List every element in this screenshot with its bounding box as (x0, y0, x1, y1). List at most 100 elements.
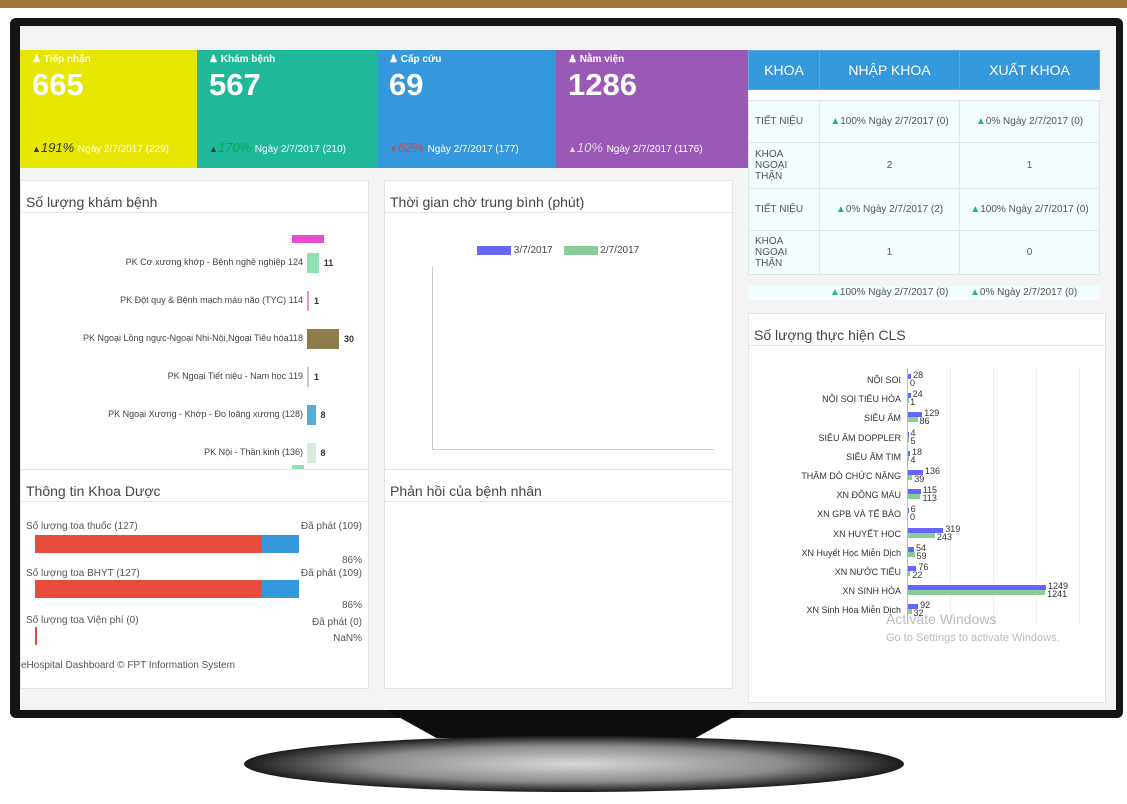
cell-khoa: KHOA NGOẠI THẬN (748, 142, 820, 189)
progress-bar (35, 535, 299, 553)
tv-stand-neck (386, 710, 746, 738)
arrow-up-icon: ▲ (830, 287, 840, 298)
activation-watermark-sub: Go to Settings to activate Windows. (886, 632, 1060, 644)
bar-label: PK Ngoại Lồng ngực-Ngoại Nhi-Nội,Ngoại T… (83, 333, 303, 343)
panel-title: Phản hồi của bệnh nhân (385, 470, 732, 502)
table-row: KHOA NGOẠI THẬN 2 1 (748, 142, 1100, 189)
tv-stand-base (244, 736, 904, 792)
user-icon: ♟ (568, 54, 577, 65)
tile-cap-cuu[interactable]: ♟ Cấp cứu 69 ▼62% Ngày 2/7/2017 (177) (377, 50, 556, 168)
cell-xuat: 0% Ngày 2/7/2017 (0) (985, 116, 1084, 127)
cls-bar-previous (908, 571, 911, 576)
bar-label: PK Ngoại Tiết niệu - Nam học 119 (167, 371, 303, 381)
progress-fill (35, 535, 263, 553)
tile-label: Nằm viện (579, 54, 625, 65)
duoc-label: Số lượng toa Viện phí (0) (26, 615, 139, 626)
cls-value-previous: 113 (922, 493, 937, 504)
y-axis (432, 267, 433, 449)
khoa-table: KHOA NHẬP KHOA XUẤT KHOA TIẾT NIỆU ▲100%… (748, 50, 1100, 275)
tile-label: Khám bệnh (220, 54, 276, 65)
duoc-label: Số lượng toa BHYT (127) (26, 568, 140, 579)
tile-nam-vien[interactable]: ♟ Nằm viện 1286 ▲10% Ngày 2/7/2017 (1176… (556, 50, 748, 168)
tile-change: 191% (40, 140, 75, 155)
col-xuat-khoa[interactable]: XUẤT KHOA (959, 50, 1100, 90)
cls-value-previous: 4 (910, 454, 916, 465)
tile-value: 1286 (568, 67, 637, 102)
cls-value-previous: 0 (910, 512, 916, 523)
table-header-row: KHOA NHẬP KHOA XUẤT KHOA (748, 50, 1100, 90)
bar (307, 367, 309, 387)
panel-khoa-duoc: Thông tin Khoa Dược Số lượng toa thuốc (… (20, 469, 369, 689)
cell-xuat: 1 (959, 142, 1100, 189)
cell-khoa: KHOA NGOẠI THẬN (748, 230, 820, 275)
cls-label: XN GPB VÀ TẾ BÀO (817, 509, 901, 520)
cell-nhap: 100% Ngày 2/7/2017 (0) (839, 287, 949, 298)
duoc-issued: Đã phát (109) (300, 568, 362, 579)
cls-value-previous: 39 (914, 474, 925, 484)
col-khoa[interactable]: KHOA (748, 50, 820, 90)
bar-row: PK Ngoại Lồng ngực-Ngoại Nhi-Nội,Ngoại T… (21, 329, 361, 349)
bar (307, 443, 316, 463)
x-axis (432, 449, 714, 450)
table-row: TIẾT NIỆU ▲0% Ngày 2/7/2017 (2) ▲100% Ng… (748, 188, 1100, 231)
cls-value-previous: 5 (910, 435, 916, 446)
cls-bar-previous (908, 551, 915, 557)
cls-label: SIÊU ÂM TIM (846, 451, 901, 462)
cls-value-previous: 22 (912, 570, 923, 580)
legend-swatch (477, 245, 511, 255)
panel-title: Thông tin Khoa Dược (21, 470, 368, 502)
panel-cls: Số lượng thực hiện CLS NỘI SOI 28 0 NỘI SOI… (748, 313, 1106, 703)
cls-label: THĂM DÒ CHỨC NĂNG (801, 471, 901, 481)
cls-value-previous: 86 (919, 416, 930, 427)
cls-label: NỘI SOI TIÊU HÓA (822, 394, 901, 405)
arrow-up-icon: ▲ (32, 144, 41, 154)
cls-bar-previous (908, 475, 913, 480)
bar-value-label: 8 (320, 448, 326, 458)
cell-nhap: 0% Ngày 2/7/2017 (2) (845, 204, 944, 215)
activation-watermark: Activate Windows (886, 611, 997, 627)
legend-swatch (563, 245, 598, 255)
progress-fill (35, 580, 263, 598)
cls-bar-previous (908, 590, 1046, 596)
cls-bar-previous (908, 494, 921, 500)
arrow-down-icon: ▼ (389, 144, 398, 154)
arrow-up-icon: ▲ (970, 204, 981, 215)
cls-label: SIÊU ÂM (863, 413, 901, 424)
bar (307, 253, 319, 273)
table-row-partial: ▲100% Ngày 2/7/2017 (0) ▲0% Ngày 2/7/201… (748, 286, 1100, 300)
cell-nhap: 1 (819, 230, 960, 275)
bar-row: PK Đột quỵ & Bệnh mạch máu não (TYC) 114… (21, 291, 361, 311)
cls-value-previous: 243 (936, 531, 952, 542)
bar-label: PK Cơ xương khớp - Bệnh nghề nghiệp 124 (125, 257, 303, 267)
tile-change: 62% (397, 140, 424, 155)
tile-kham-benh[interactable]: ♟ Khám bệnh 567 ▲170% Ngày 2/7/2017 (210… (197, 50, 377, 168)
bar (307, 405, 316, 425)
dashboard-screen: ♟ Tiếp nhận 665 ▲191% Ngày 2/7/2017 (229… (20, 26, 1116, 710)
duoc-issued: Đã phát (0) (311, 617, 362, 628)
tile-tiep-nhan[interactable]: ♟ Tiếp nhận 665 ▲191% Ngày 2/7/2017 (229… (20, 50, 197, 168)
tile-label: Tiếp nhận (43, 54, 91, 65)
cls-label: NỘI SOI (866, 375, 901, 385)
bar-row: PK Ngoại Tiết niệu - Nam học 119 1 (21, 367, 361, 387)
cell-khoa: TIẾT NIỆU (748, 100, 820, 143)
legend-label: 3/7/2017 (513, 245, 553, 256)
cell-nhap: 100% Ngày 2/7/2017 (0) (840, 116, 949, 127)
arrow-up-icon: ▲ (830, 116, 841, 127)
tile-value: 567 (209, 67, 261, 102)
tile-detail: Ngày 2/7/2017 (229) (77, 144, 169, 155)
legend-label: 2/7/2017 (600, 245, 640, 256)
tile-detail: Ngày 2/7/2017 (1176) (606, 144, 703, 155)
bar-label: PK Ngoại Xương - Khớp - Đo loãng xương (… (108, 409, 303, 419)
tile-change: 10% (576, 140, 603, 155)
progress-bar (35, 627, 37, 645)
duoc-label: Số lượng toa thuốc (127) (26, 521, 138, 532)
panel-kham-benh: Số lượng khám bệnh PK Cơ xương khớp - Bệ… (20, 180, 369, 472)
bar-value-label: 8 (320, 410, 326, 420)
table-row: KHOA NGOẠI THẬN 1 0 (748, 230, 1100, 275)
tile-change: 170% (217, 140, 252, 155)
cls-label: XN ĐÔNG MÁU (836, 490, 901, 501)
col-nhap-khoa[interactable]: NHẬP KHOA (819, 50, 960, 90)
top-frame-bar (0, 0, 1127, 8)
cls-value-previous: 1241 (1047, 589, 1068, 600)
bar (307, 329, 339, 349)
